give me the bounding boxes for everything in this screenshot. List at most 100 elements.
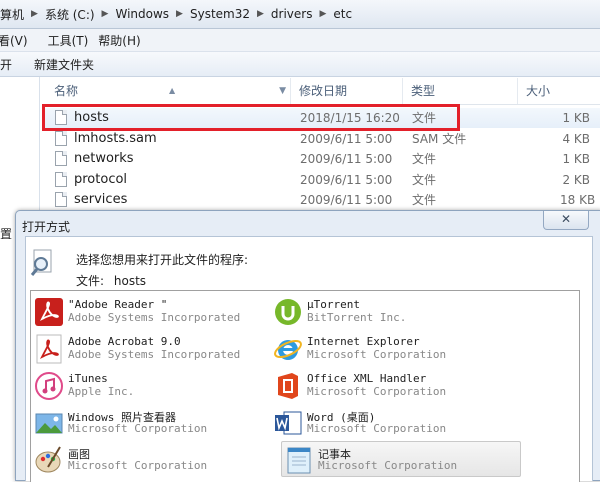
program-item-word[interactable]: Word (桌面) Microsoft Corporation [271,405,501,441]
menu-tools[interactable]: 工具(T) [48,32,99,49]
program-name: μTorrent [307,298,360,311]
file-icon [55,192,67,207]
program-item-photo-viewer[interactable]: Windows 照片查看器 Microsoft Corporation [32,405,262,441]
adobe-reader-icon [35,298,63,326]
program-vendor: Adobe Systems Incorporated [68,311,241,324]
column-header-name[interactable]: 名称 ▲ ▼ [42,78,290,104]
column-header-date[interactable]: 修改日期 [290,78,402,104]
file-date: 2009/6/11 5:00 [300,173,393,187]
photo-viewer-icon [35,413,63,434]
breadcrumb-separator-icon[interactable]: ▶ [256,9,265,19]
search-icon [30,249,52,276]
close-icon: ✕ [560,212,572,226]
file-date: 2009/6/11 5:00 [300,152,393,166]
breadcrumb-windows[interactable]: Windows [109,7,175,21]
file-size: 1 KB [562,152,590,166]
table-row[interactable]: lmhosts.sam 2009/6/11 5:00 SAM 文件 4 KB [42,129,600,149]
breadcrumb-separator-icon[interactable]: ▶ [318,9,327,19]
file-name: services [74,192,128,207]
close-button[interactable]: ✕ [543,211,589,230]
file-label-prefix: 文件: [76,274,105,288]
adobe-acrobat-icon [36,334,62,364]
program-list[interactable]: "Adobe Reader " Adobe Systems Incorporat… [30,290,580,482]
program-vendor: Microsoft Corporation [307,348,447,361]
dialog-body: 选择您想用来打开此文件的程序: 文件: hosts "Adobe Reader … [25,236,593,482]
file-label-value: hosts [113,274,147,288]
file-icon [55,131,67,146]
table-row[interactable]: protocol 2009/6/11 5:00 文件 2 KB [42,170,600,190]
word-icon [275,411,302,435]
file-date: 2009/6/11 5:00 [300,193,393,207]
program-item-utorrent[interactable]: μTorrent BitTorrent Inc. [271,294,501,330]
program-item-itunes[interactable]: iTunes Apple Inc. [32,368,262,404]
menu-bar: 看(V) 工具(T) 帮助(H) [0,29,600,52]
file-date: 2009/6/11 5:00 [300,132,393,146]
program-name: iTunes [68,372,108,385]
breadcrumb-c-drive[interactable]: 系统 (C:) [39,6,101,23]
office-icon [278,373,298,399]
highlight-box [42,104,460,131]
program-item-adobe-acrobat[interactable]: Adobe Acrobat 9.0 Adobe Systems Incorpor… [32,331,262,367]
program-vendor: Microsoft Corporation [307,422,447,435]
open-with-dialog: 打开方式 ✕ 选择您想用来打开此文件的程序: 文件: hosts "Adobe … [15,210,600,482]
file-size: 2 KB [562,173,590,187]
program-name: Adobe Acrobat 9.0 [68,335,181,348]
dialog-prompt: 选择您想用来打开此文件的程序: [76,253,249,267]
file-name-label: 文件: hosts [76,272,152,289]
file-type: 文件 [412,193,437,207]
nav-item-label[interactable]: 置 [0,225,12,242]
program-item-notepad[interactable]: 记事本 Microsoft Corporation [281,441,521,477]
program-item-paint[interactable]: 画图 Microsoft Corporation [32,442,262,478]
file-size: 4 KB [562,132,590,146]
table-row[interactable]: services 2009/6/11 5:00 文件 18 KB [42,190,600,210]
column-header-type[interactable]: 类型 [402,78,517,104]
breadcrumb-drivers[interactable]: drivers [265,7,319,21]
internet-explorer-icon [274,339,302,360]
address-bar[interactable]: 算机 ▶ 系统 (C:) ▶ Windows ▶ System32 ▶ driv… [0,0,600,29]
file-icon [55,172,67,187]
program-vendor: Apple Inc. [68,385,135,398]
program-vendor: Microsoft Corporation [318,459,458,472]
program-item-adobe-reader[interactable]: "Adobe Reader " Adobe Systems Incorporat… [32,294,262,330]
chevron-down-icon[interactable]: ▼ [279,78,286,104]
file-name: lmhosts.sam [74,131,157,146]
file-size: 1 KB [562,111,590,125]
sort-ascending-icon: ▲ [169,86,176,95]
file-icon [55,151,67,166]
breadcrumb-separator-icon[interactable]: ▶ [30,9,39,19]
utorrent-icon [275,299,301,325]
program-vendor: Microsoft Corporation [68,422,208,435]
file-type: 文件 [412,152,437,166]
program-vendor: Adobe Systems Incorporated [68,348,241,361]
breadcrumb-system32[interactable]: System32 [184,7,256,21]
breadcrumb-separator-icon[interactable]: ▶ [101,9,110,19]
file-name: protocol [74,172,128,187]
program-name: Office XML Handler [307,372,427,385]
itunes-icon [35,372,63,400]
open-button[interactable]: 开 [0,56,12,73]
notepad-icon [287,447,311,474]
column-headers: 名称 ▲ ▼ 修改日期 类型 大小 [42,78,600,105]
file-size: 18 KB [560,193,596,207]
menu-help[interactable]: 帮助(H) [98,32,150,49]
program-name: "Adobe Reader " [68,298,168,311]
program-vendor: BitTorrent Inc. [307,311,407,324]
breadcrumb-computer[interactable]: 算机 [0,6,30,23]
program-name: Internet Explorer [307,335,420,348]
breadcrumb-etc[interactable]: etc [327,7,358,21]
file-name: networks [74,151,134,166]
file-type: 文件 [412,173,437,187]
program-vendor: Microsoft Corporation [68,459,208,472]
column-header-size[interactable]: 大小 [517,78,600,104]
program-vendor: Microsoft Corporation [307,385,447,398]
new-folder-button[interactable]: 新建文件夹 [34,56,94,73]
file-type: SAM 文件 [412,132,467,146]
paint-icon [35,446,61,473]
program-item-internet-explorer[interactable]: Internet Explorer Microsoft Corporation [271,331,501,367]
program-item-office-xml-handler[interactable]: Office XML Handler Microsoft Corporation [271,368,501,404]
command-bar: 开 新建文件夹 [0,52,600,77]
table-row[interactable]: networks 2009/6/11 5:00 文件 1 KB [42,149,600,169]
menu-view[interactable]: 看(V) [0,32,38,49]
breadcrumb-separator-icon[interactable]: ▶ [175,9,184,19]
dialog-title: 打开方式 [22,220,71,234]
